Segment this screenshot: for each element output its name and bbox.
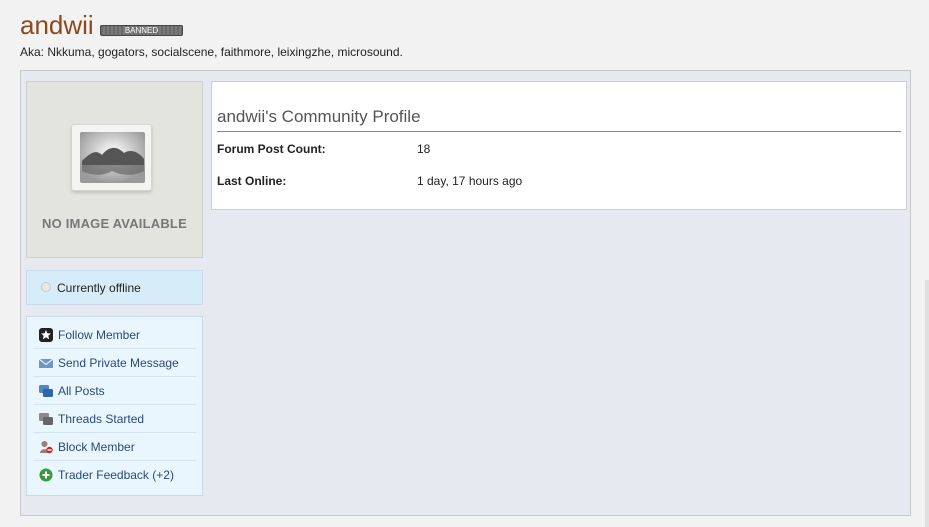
follow-member-link[interactable]: Follow Member — [33, 321, 196, 349]
profile-container: NO IMAGE AVAILABLE Currently offline Fol… — [20, 70, 911, 516]
all-posts-link[interactable]: All Posts — [33, 377, 196, 405]
no-image-label: NO IMAGE AVAILABLE — [42, 216, 187, 231]
trader-feedback-label: Trader Feedback (+2) — [58, 468, 174, 482]
send-private-message-link[interactable]: Send Private Message — [33, 349, 196, 377]
last-online-label: Last Online: — [217, 174, 287, 188]
post-count-label: Forum Post Count: — [217, 142, 326, 156]
image-placeholder-icon — [71, 124, 152, 191]
online-status: Currently offline — [26, 270, 203, 305]
scrollbar-edge[interactable] — [925, 280, 929, 527]
plus-circle-icon — [39, 468, 53, 482]
post-count-value: 18 — [417, 142, 431, 156]
status-text: Currently offline — [57, 281, 141, 295]
posts-icon — [39, 384, 53, 398]
avatar: NO IMAGE AVAILABLE — [26, 81, 203, 258]
aka-names: Aka: Nkkuma, gogators, socialscene, fait… — [20, 45, 403, 59]
block-user-icon — [39, 440, 53, 454]
member-actions: Follow Member Send Private Message All P… — [26, 316, 203, 496]
trader-feedback-link[interactable]: Trader Feedback (+2) — [33, 461, 196, 489]
send-private-message-label: Send Private Message — [58, 356, 179, 370]
title-divider — [217, 131, 901, 132]
all-posts-label: All Posts — [58, 384, 105, 398]
username-heading: andwii — [20, 10, 94, 40]
last-online-value: 1 day, 17 hours ago — [417, 174, 523, 188]
follow-member-label: Follow Member — [58, 328, 141, 342]
banned-badge: BANNED — [100, 25, 183, 36]
block-member-link[interactable]: Block Member — [33, 433, 196, 461]
profile-title: andwii's Community Profile — [217, 107, 421, 126]
community-profile-panel: andwii's Community Profile Forum Post Co… — [211, 81, 907, 210]
block-member-label: Block Member — [58, 440, 135, 454]
star-icon — [39, 328, 53, 342]
threads-started-label: Threads Started — [58, 412, 145, 426]
envelope-icon — [38, 356, 54, 370]
threads-started-link[interactable]: Threads Started — [33, 405, 196, 433]
threads-icon — [39, 412, 53, 426]
offline-dot-icon — [41, 282, 51, 292]
